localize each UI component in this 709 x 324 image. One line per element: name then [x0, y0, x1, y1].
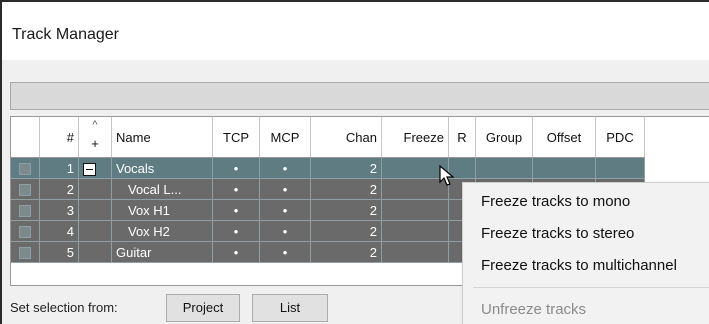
row-fold	[78, 178, 112, 200]
window-title: Track Manager	[12, 26, 119, 43]
track-manager-window: Track Manager # ^ + Name TCP MCP Chan Fr…	[0, 0, 709, 324]
row-name[interactable]: Vox H1	[111, 199, 213, 221]
row-group[interactable]	[475, 157, 533, 179]
header-mcp[interactable]: MCP	[259, 117, 311, 158]
row-checkbox[interactable]	[11, 178, 40, 200]
header-fold-label: +	[91, 135, 99, 151]
row-tcp[interactable]: •	[212, 178, 260, 200]
row-chan[interactable]: 2	[310, 220, 382, 242]
row-checkbox[interactable]	[11, 157, 40, 179]
table-row[interactable]: 1 Vocals • • 2	[11, 157, 645, 179]
project-button[interactable]: Project	[166, 294, 240, 322]
row-chan[interactable]: 2	[310, 199, 382, 221]
row-freeze[interactable]	[381, 220, 449, 242]
header-fold[interactable]: ^ +	[78, 117, 112, 158]
header-freeze[interactable]: Freeze	[381, 117, 449, 158]
row-name[interactable]: Vocals	[111, 157, 213, 179]
freeze-multichannel-item[interactable]: Freeze tracks to multichannel	[481, 257, 677, 274]
freeze-context-menu: Freeze tracks to mono Freeze tracks to s…	[462, 182, 709, 324]
row-fold	[78, 220, 112, 242]
header-name[interactable]: Name	[111, 117, 213, 158]
row-tcp[interactable]: •	[212, 241, 260, 263]
row-number: 1	[39, 157, 79, 179]
row-number: 3	[39, 199, 79, 221]
filter-bar[interactable]	[10, 82, 709, 110]
menu-separator	[473, 287, 709, 288]
row-chan[interactable]: 2	[310, 241, 382, 263]
unfreeze-item[interactable]: Unfreeze tracks	[481, 301, 586, 318]
header-offset[interactable]: Offset	[532, 117, 596, 158]
freeze-mono-item[interactable]: Freeze tracks to mono	[481, 193, 630, 210]
row-tcp[interactable]: •	[212, 220, 260, 242]
row-checkbox[interactable]	[11, 241, 40, 263]
row-name[interactable]: Vocal L...	[111, 178, 213, 200]
row-tcp[interactable]: •	[212, 157, 260, 179]
freeze-stereo-item[interactable]: Freeze tracks to stereo	[481, 225, 634, 242]
row-number: 5	[39, 241, 79, 263]
row-offset[interactable]	[532, 157, 596, 179]
row-checkbox[interactable]	[11, 220, 40, 242]
row-number: 4	[39, 220, 79, 242]
header-number[interactable]: #	[39, 117, 79, 158]
row-mcp[interactable]: •	[259, 157, 311, 179]
header-checkbox[interactable]	[11, 117, 40, 158]
folder-collapse-icon[interactable]	[78, 157, 112, 179]
header-tcp[interactable]: TCP	[212, 117, 260, 158]
row-tcp[interactable]: •	[212, 199, 260, 221]
row-name[interactable]: Vox H2	[111, 220, 213, 242]
row-mcp[interactable]: •	[259, 220, 311, 242]
row-freeze[interactable]	[381, 199, 449, 221]
row-chan[interactable]: 2	[310, 178, 382, 200]
list-button[interactable]: List	[252, 294, 328, 322]
row-mcp[interactable]: •	[259, 199, 311, 221]
row-mcp[interactable]: •	[259, 178, 311, 200]
header-group[interactable]: Group	[475, 117, 533, 158]
row-fold	[78, 241, 112, 263]
header-chan[interactable]: Chan	[310, 117, 382, 158]
set-selection-label: Set selection from:	[10, 300, 118, 315]
mouse-cursor-icon	[439, 164, 455, 186]
header-r[interactable]: R	[448, 117, 476, 158]
sort-caret-icon: ^	[92, 119, 98, 131]
header-pdc[interactable]: PDC	[595, 117, 645, 158]
title-bar: Track Manager	[2, 2, 709, 60]
row-freeze[interactable]	[381, 241, 449, 263]
row-checkbox[interactable]	[11, 199, 40, 221]
row-name[interactable]: Guitar	[111, 241, 213, 263]
row-pdc[interactable]	[595, 157, 645, 179]
row-number: 2	[39, 178, 79, 200]
row-mcp[interactable]: •	[259, 241, 311, 263]
row-fold	[78, 199, 112, 221]
header-row: # ^ + Name TCP MCP Chan Freeze R Group O…	[11, 117, 645, 158]
row-chan[interactable]: 2	[310, 157, 382, 179]
